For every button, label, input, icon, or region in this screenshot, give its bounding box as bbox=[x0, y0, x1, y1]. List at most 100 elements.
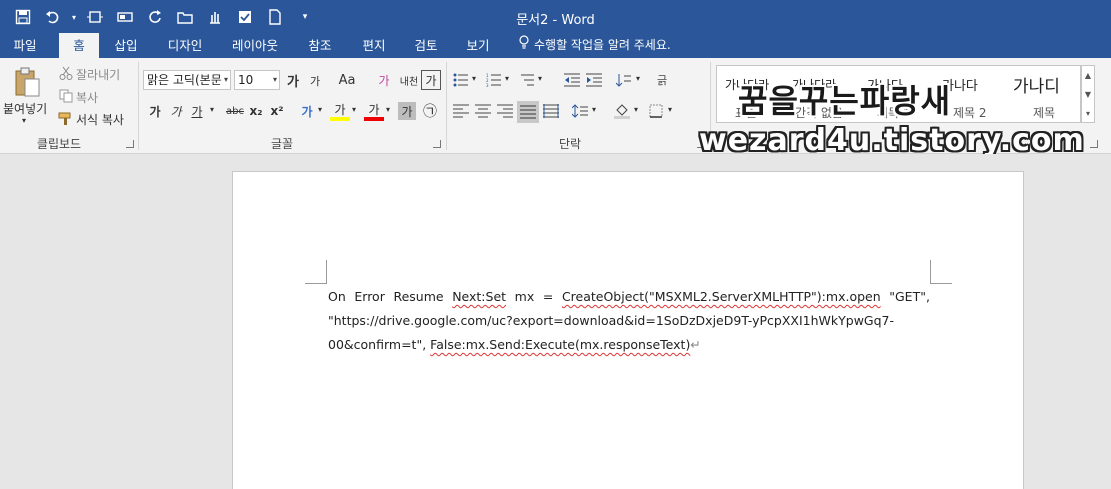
borders-dropdown-icon[interactable]: ▾ bbox=[668, 105, 672, 114]
character-border-button[interactable]: 가 bbox=[421, 70, 441, 90]
shading-icon[interactable] bbox=[612, 101, 632, 121]
font-size-value: 10 bbox=[238, 73, 254, 87]
bullets-dropdown-icon[interactable]: ▾ bbox=[472, 74, 476, 83]
tell-me-label: 수행할 작업을 알려 주세요. bbox=[534, 38, 671, 52]
subscript-button[interactable]: x₂ bbox=[246, 101, 266, 121]
format-painter-button[interactable]: 서식 복사 bbox=[76, 111, 124, 128]
doc-word: False:mx.Send:Execute(mx.responseText) bbox=[430, 337, 691, 352]
change-case-button[interactable]: Aa bbox=[333, 70, 361, 90]
svg-text:3: 3 bbox=[486, 83, 489, 87]
cut-button[interactable]: 잘라내기 bbox=[76, 66, 120, 83]
align-right-icon[interactable] bbox=[495, 101, 515, 121]
more-styles-icon[interactable]: ▾ bbox=[1082, 104, 1094, 123]
font-color-dropdown-icon[interactable]: ▾ bbox=[386, 105, 390, 114]
underline-button[interactable]: 가 bbox=[187, 101, 207, 121]
italic-button[interactable]: 가 bbox=[166, 101, 186, 121]
doc-word: Next:Set bbox=[452, 289, 507, 304]
bullets-icon[interactable] bbox=[451, 70, 471, 90]
crop-mark-left bbox=[305, 260, 327, 284]
strikethrough-button[interactable]: abc bbox=[222, 101, 248, 121]
text-effects-button[interactable]: 가 bbox=[297, 101, 317, 121]
decrease-indent-icon[interactable] bbox=[562, 70, 582, 90]
styles-launcher-icon[interactable] bbox=[1090, 140, 1098, 148]
underline-dropdown-icon[interactable]: ▾ bbox=[210, 105, 214, 114]
styles-scrollbar[interactable]: ▲ ▼ ▾ bbox=[1081, 65, 1095, 123]
font-name-value: 맑은 고딕(본문 bbox=[147, 73, 222, 87]
distributed-icon[interactable] bbox=[541, 101, 561, 121]
font-size-combo[interactable]: 10 ▾ bbox=[234, 70, 280, 90]
lightbulb-icon bbox=[518, 33, 530, 58]
paste-button[interactable]: 붙여넣기 bbox=[3, 100, 47, 117]
multilevel-list-icon[interactable] bbox=[517, 70, 537, 90]
paste-icon[interactable] bbox=[12, 66, 42, 98]
tab-home[interactable]: 홈 bbox=[59, 33, 99, 58]
group-separator bbox=[138, 62, 139, 150]
scroll-up-icon[interactable]: ▲ bbox=[1082, 66, 1094, 85]
copy-button[interactable]: 복사 bbox=[76, 89, 98, 106]
group-separator bbox=[446, 62, 447, 150]
svg-text:긁: 긁 bbox=[657, 74, 667, 87]
line-spacing-icon[interactable] bbox=[570, 101, 590, 121]
document-line: On Error Resume Next:Set mx = CreateObje… bbox=[328, 285, 930, 309]
multilevel-dropdown-icon[interactable]: ▾ bbox=[538, 74, 542, 83]
copy-icon[interactable] bbox=[56, 86, 76, 106]
justify-icon[interactable] bbox=[517, 101, 539, 123]
grow-font-button[interactable]: 가 bbox=[283, 70, 303, 90]
line-spacing-dropdown-icon[interactable]: ▾ bbox=[592, 105, 596, 114]
cut-icon[interactable] bbox=[56, 63, 76, 83]
tell-me-search[interactable]: 수행할 작업을 알려 주세요. bbox=[518, 33, 671, 58]
phonetic-guide-button[interactable]: 내천 bbox=[399, 70, 419, 90]
tab-insert[interactable]: 삽입 bbox=[104, 33, 148, 58]
ribbon-tabs: 파일 홈 삽입 디자인 레이아웃 참조 편지 검토 보기 수행할 작업을 알려 … bbox=[0, 33, 1111, 58]
superscript-button[interactable]: x² bbox=[267, 101, 287, 121]
font-launcher-icon[interactable] bbox=[433, 140, 441, 148]
document-body[interactable]: On Error Resume Next:Set mx = CreateObje… bbox=[328, 285, 930, 357]
tab-view[interactable]: 보기 bbox=[456, 33, 500, 58]
clear-formatting-button[interactable]: 가 bbox=[374, 70, 394, 90]
font-group-label: 글꼴 bbox=[270, 137, 294, 151]
shading-dropdown-icon[interactable]: ▾ bbox=[634, 105, 638, 114]
enclose-characters-button[interactable]: ㉠ bbox=[420, 101, 440, 121]
align-left-icon[interactable] bbox=[451, 101, 471, 121]
tab-mailings[interactable]: 편지 bbox=[352, 33, 396, 58]
highlight-button[interactable]: 가 bbox=[330, 101, 350, 121]
doc-word: Error bbox=[354, 289, 385, 304]
align-center-icon[interactable] bbox=[473, 101, 493, 121]
chevron-down-icon: ▾ bbox=[223, 75, 228, 84]
document-line: "https://drive.google.com/uc?export=down… bbox=[328, 309, 930, 333]
style-title-sample[interactable]: 가나디 bbox=[1013, 72, 1060, 97]
borders-icon[interactable] bbox=[646, 101, 666, 121]
crop-mark-right bbox=[930, 260, 952, 284]
bold-button[interactable]: 가 bbox=[145, 101, 165, 121]
increase-indent-icon[interactable] bbox=[584, 70, 604, 90]
sort-direction-dropdown-icon[interactable]: ▾ bbox=[636, 74, 640, 83]
character-shading-button[interactable]: 가 bbox=[398, 102, 416, 120]
tab-review[interactable]: 검토 bbox=[404, 33, 448, 58]
clipboard-group-label: 클립보드 bbox=[36, 137, 82, 151]
paste-dropdown-icon[interactable]: ▾ bbox=[22, 116, 26, 125]
tab-design[interactable]: 디자인 bbox=[158, 33, 212, 58]
tab-references[interactable]: 참조 bbox=[298, 33, 342, 58]
format-painter-icon[interactable] bbox=[56, 109, 76, 129]
shrink-font-button[interactable]: 가 bbox=[305, 71, 325, 91]
document-page[interactable]: On Error Resume Next:Set mx = CreateObje… bbox=[232, 171, 1024, 489]
window-title: 문서2 - Word bbox=[516, 13, 595, 28]
highlight-dropdown-icon[interactable]: ▾ bbox=[352, 105, 356, 114]
sort-direction-icon[interactable] bbox=[614, 70, 634, 90]
tab-file[interactable]: 파일 bbox=[0, 33, 50, 58]
doc-word: On bbox=[328, 289, 346, 304]
document-line: 00&confirm=t", False:mx.Send:Execute(mx.… bbox=[328, 333, 930, 357]
numbering-icon[interactable]: 123 bbox=[484, 70, 504, 90]
font-color-button[interactable]: 가 bbox=[364, 101, 384, 121]
chevron-down-icon: ▾ bbox=[272, 75, 277, 84]
asian-layout-icon[interactable]: 긁 bbox=[655, 70, 675, 90]
doc-word: Resume bbox=[393, 289, 444, 304]
clipboard-launcher-icon[interactable] bbox=[126, 140, 134, 148]
paragraph-group-label: 단락 bbox=[558, 137, 582, 151]
document-area[interactable]: On Error Resume Next:Set mx = CreateObje… bbox=[0, 154, 1111, 489]
numbering-dropdown-icon[interactable]: ▾ bbox=[505, 74, 509, 83]
tab-layout[interactable]: 레이아웃 bbox=[222, 33, 288, 58]
scroll-down-icon[interactable]: ▼ bbox=[1082, 85, 1094, 104]
font-name-combo[interactable]: 맑은 고딕(본문 ▾ bbox=[143, 70, 231, 90]
text-effects-dropdown-icon[interactable]: ▾ bbox=[318, 105, 322, 114]
